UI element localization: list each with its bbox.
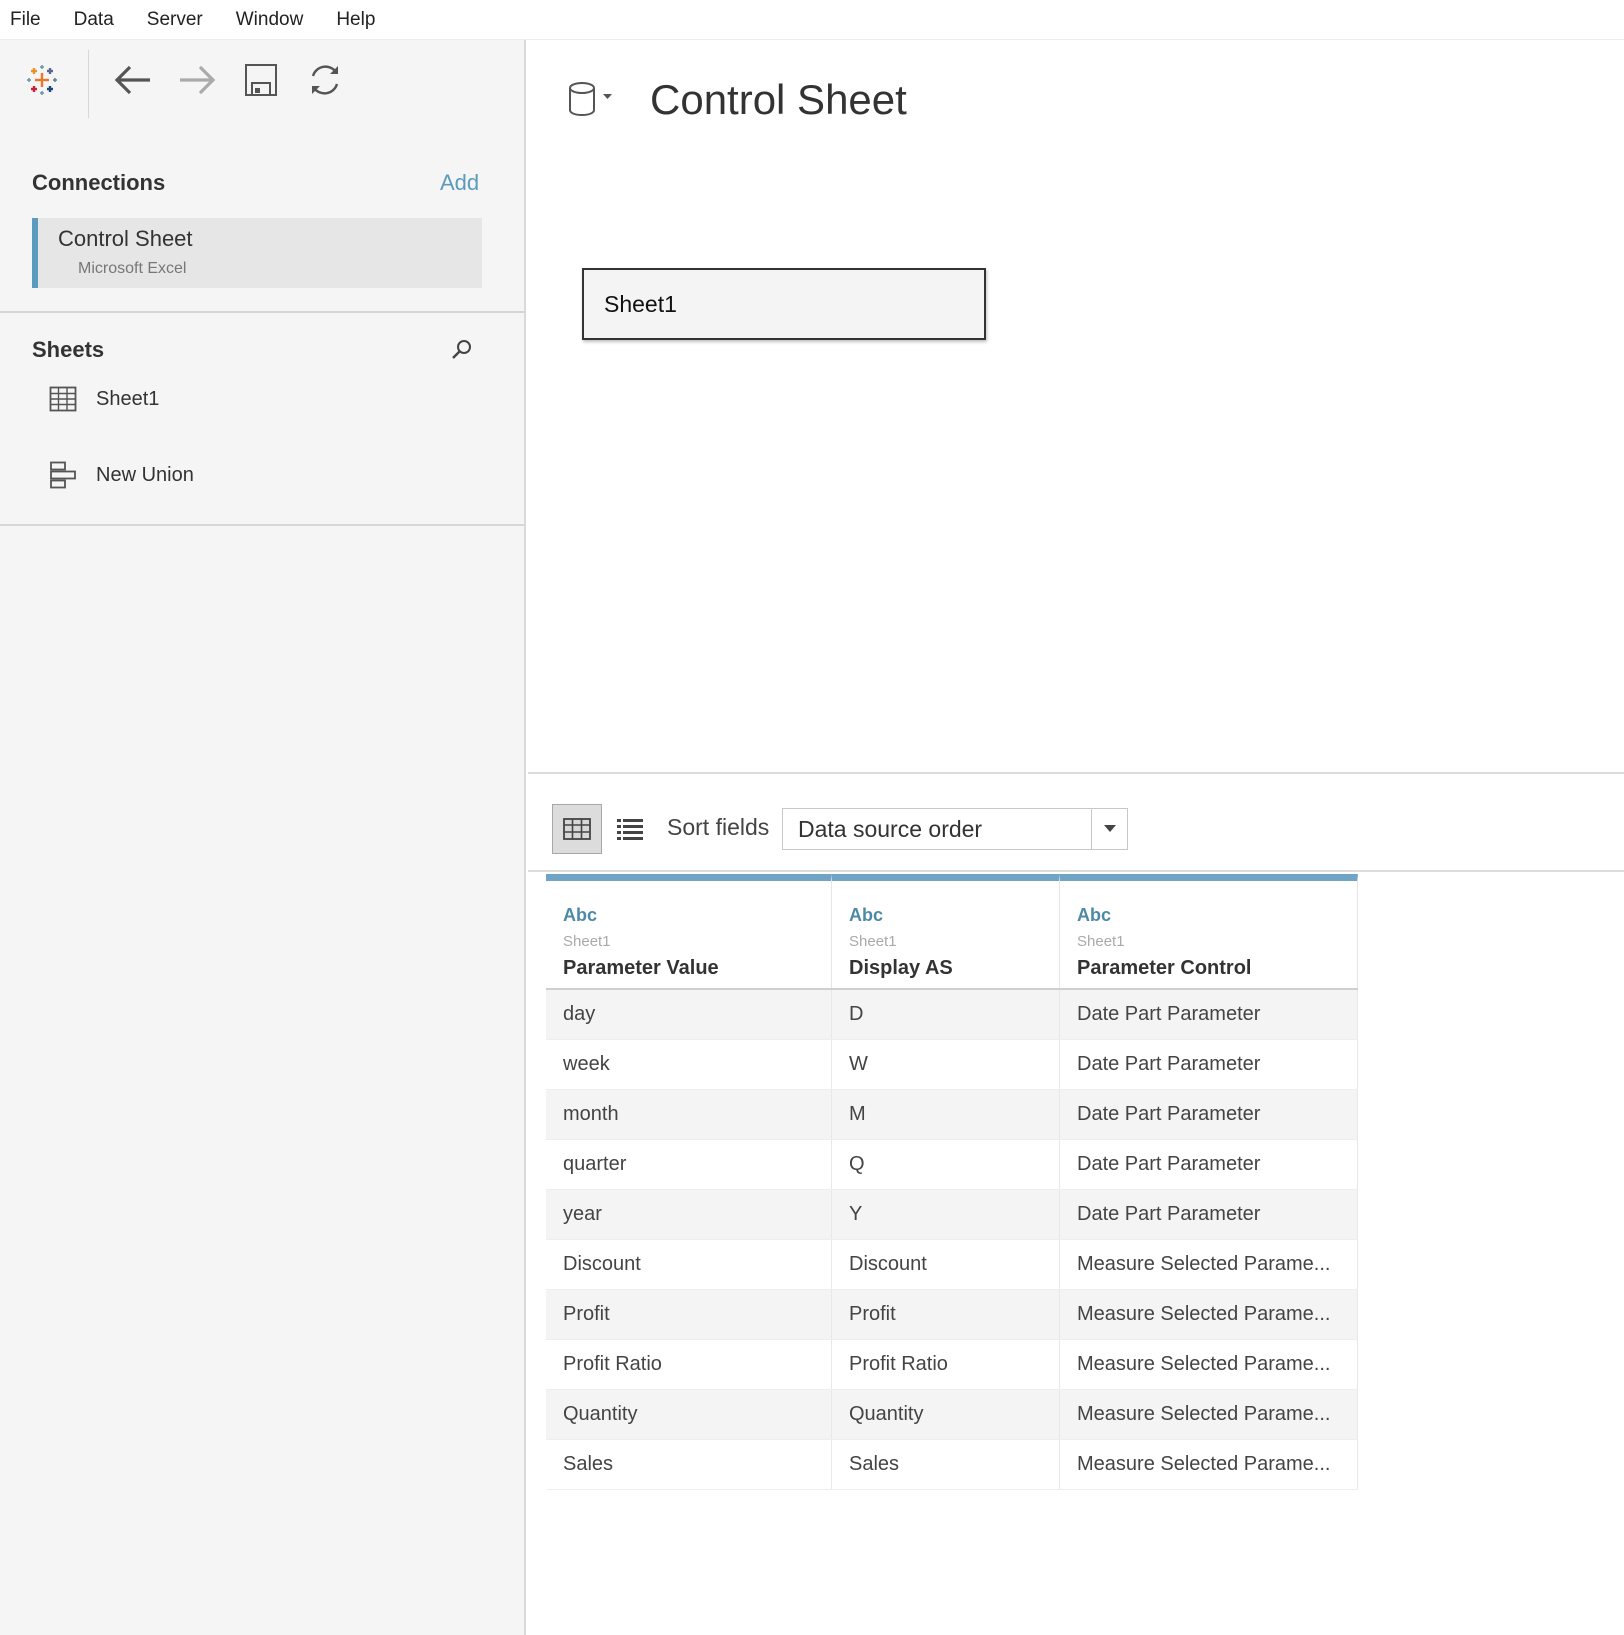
sheet-item-sheet1[interactable]: Sheet1 [48,379,468,419]
sidebar: Connections Add Control Sheet Microsoft … [0,40,526,1635]
sheet-item-label: New Union [96,463,194,486]
sort-fields-dropdown[interactable]: Data source order [782,808,1128,850]
table-row: quarter Q Date Part Parameter [546,1140,1358,1190]
table-cell[interactable]: Measure Selected Parame... [1060,1290,1358,1339]
table-cell[interactable]: month [546,1090,832,1139]
column-source: Sheet1 [849,933,897,950]
column-header-parameter-control[interactable]: Abc Sheet1 Parameter Control [1060,874,1358,988]
list-view-button[interactable] [605,804,655,854]
table-cell[interactable]: Discount [832,1240,1060,1289]
toolbar [0,40,526,155]
column-name: Parameter Value [563,957,719,979]
main-area: Control Sheet Sheet1 Sort fields Data so… [528,40,1624,1635]
table-cell[interactable]: Date Part Parameter [1060,1040,1358,1089]
data-grid: Abc Sheet1 Parameter Value Abc Sheet1 Di… [546,874,1358,1490]
table-row: Profit Ratio Profit Ratio Measure Selected… [546,1340,1358,1390]
sort-fields-label: Sort fields [667,814,770,840]
table-cell[interactable]: week [546,1040,832,1089]
grid-header-divider [528,870,1624,872]
search-icon[interactable] [450,338,474,362]
union-icon [48,460,78,490]
canvas-table-sheet1[interactable]: Sheet1 [582,268,986,340]
grid-body: day D Date Part Parameter week W Date Part Pa… [546,990,1358,1490]
table-cell[interactable]: Measure Selected Parame... [1060,1240,1358,1289]
table-cell[interactable]: Y [832,1190,1060,1239]
grid-view-button[interactable] [552,804,602,854]
sort-fields-value: Data source order [798,816,983,842]
sidebar-divider [0,524,526,526]
table-cell[interactable]: Date Part Parameter [1060,1190,1358,1239]
menu-window[interactable]: Window [236,9,304,31]
connections-title: Connections [32,170,166,195]
grid-toolbar: Sort fields Data source order [528,774,1624,870]
table-cell[interactable]: Measure Selected Parame... [1060,1440,1358,1489]
connection-name: Control Sheet [58,226,193,251]
table-cell[interactable]: year [546,1190,832,1239]
table-row: month M Date Part Parameter [546,1090,1358,1140]
toolbar-separator [88,50,89,118]
table-cell[interactable]: M [832,1090,1060,1139]
table-cell[interactable]: Profit Ratio [546,1340,832,1389]
sheet-item-label: Sheet1 [96,387,160,410]
sheet-item-new-union[interactable]: New Union [48,455,468,495]
menu-server[interactable]: Server [147,9,203,31]
table-cell[interactable]: Sales [546,1440,832,1489]
back-arrow-icon[interactable] [113,60,153,100]
table-cell[interactable]: Profit [832,1290,1060,1339]
column-source: Sheet1 [1077,933,1125,950]
column-header-display-as[interactable]: Abc Sheet1 Display AS [832,874,1060,988]
string-type-icon[interactable]: Abc [1077,905,1111,926]
datasource-menu-button[interactable] [568,80,618,120]
table-cell[interactable]: Measure Selected Parame... [1060,1340,1358,1389]
connection-type: Microsoft Excel [78,260,187,277]
table-row: week W Date Part Parameter [546,1040,1358,1090]
menu-help[interactable]: Help [336,9,375,31]
refresh-icon[interactable] [305,60,345,100]
sidebar-divider [0,311,526,313]
chevron-down-icon[interactable] [1091,809,1127,849]
grid-icon [563,818,591,840]
forward-arrow-icon[interactable] [177,60,217,100]
table-cell[interactable]: W [832,1040,1060,1089]
menu-file[interactable]: File [10,9,41,31]
table-cell[interactable]: Q [832,1140,1060,1189]
table-cell[interactable]: Date Part Parameter [1060,990,1358,1039]
column-header-parameter-value[interactable]: Abc Sheet1 Parameter Value [546,874,832,988]
table-icon [48,384,78,414]
table-row: Sales Sales Measure Selected Parame... [546,1440,1358,1490]
table-row: Quantity Quantity Measure Selected Parame.… [546,1390,1358,1440]
table-row: year Y Date Part Parameter [546,1190,1358,1240]
save-icon[interactable] [241,60,281,100]
connection-item[interactable]: Control Sheet Microsoft Excel [32,218,482,288]
table-row: Profit Profit Measure Selected Parame... [546,1290,1358,1340]
table-cell[interactable]: Quantity [832,1390,1060,1439]
sheets-title: Sheets [32,337,105,362]
table-cell[interactable]: Profit [546,1290,832,1339]
column-name: Parameter Control [1077,957,1252,979]
table-cell[interactable]: Quantity [546,1390,832,1439]
grid-header-row: Abc Sheet1 Parameter Value Abc Sheet1 Di… [546,874,1358,990]
add-connection-link[interactable]: Add [440,170,479,196]
datasource-title[interactable]: Control Sheet [650,76,907,124]
string-type-icon[interactable]: Abc [849,905,883,926]
string-type-icon[interactable]: Abc [563,905,597,926]
table-row: day D Date Part Parameter [546,990,1358,1040]
table-cell[interactable]: D [832,990,1060,1039]
table-cell[interactable]: Discount [546,1240,832,1289]
table-cell[interactable]: Sales [832,1440,1060,1489]
table-cell[interactable]: Date Part Parameter [1060,1090,1358,1139]
table-cell[interactable]: Date Part Parameter [1060,1140,1358,1189]
menu-bar: File Data Server Window Help [0,0,1624,40]
table-cell[interactable]: day [546,990,832,1039]
table-cell[interactable]: Profit Ratio [832,1340,1060,1389]
database-icon [569,82,612,117]
menu-data[interactable]: Data [74,9,114,31]
table-row: Discount Discount Measure Selected Parame.… [546,1240,1358,1290]
table-cell[interactable]: Measure Selected Parame... [1060,1390,1358,1439]
column-source: Sheet1 [563,933,611,950]
column-name: Display AS [849,957,953,979]
list-icon [617,819,643,840]
tableau-logo-icon[interactable] [22,60,62,100]
table-cell[interactable]: quarter [546,1140,832,1189]
